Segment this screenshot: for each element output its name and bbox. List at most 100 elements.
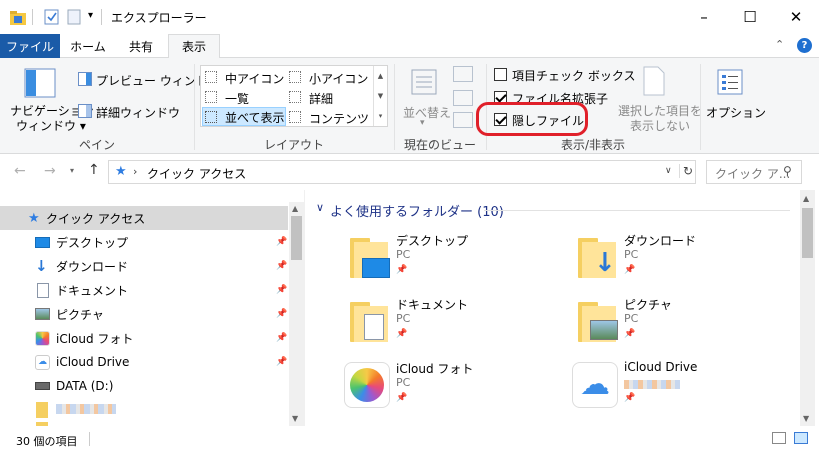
search-input[interactable]: クイック ア... ⚲ bbox=[706, 160, 802, 184]
refresh-icon[interactable]: ↻ bbox=[679, 164, 693, 178]
layout-details[interactable]: 詳細 bbox=[289, 88, 371, 106]
address-bar[interactable]: ★ › クイック アクセス ∨ ↻ bbox=[108, 160, 696, 184]
properties-icon[interactable] bbox=[44, 9, 60, 25]
item-checkboxes-toggle[interactable]: 項目チェック ボックス bbox=[492, 66, 635, 84]
preview-pane-icon bbox=[78, 72, 92, 86]
tile-icloud-photos[interactable]: iCloud フォト PC 📌 bbox=[344, 360, 564, 420]
pin-icon[interactable]: 📌 bbox=[276, 237, 287, 247]
list-icon bbox=[205, 91, 217, 103]
address-dropdown[interactable]: ∨ bbox=[665, 166, 672, 176]
status-divider bbox=[89, 432, 90, 446]
layout-tiles[interactable]: 並べて表示 bbox=[202, 107, 286, 126]
size-columns-icon[interactable] bbox=[453, 112, 473, 128]
sort-by-button[interactable]: 並べ替え ▾ bbox=[400, 62, 452, 128]
close-button[interactable]: ✕ bbox=[773, 0, 819, 34]
tile-downloads[interactable]: ↓ ダウンロード PC 📌 bbox=[572, 232, 792, 292]
layout-list-label: 一覧 bbox=[225, 92, 250, 106]
layout-small-icons-label: 小アイコン bbox=[309, 72, 369, 86]
hide-selected-items-button[interactable]: 選択した項目を 表示しない bbox=[614, 62, 702, 133]
pin-icon[interactable]: 📌 bbox=[276, 309, 287, 319]
collapse-ribbon-icon[interactable]: ⌃ bbox=[775, 38, 784, 51]
breadcrumb-separator: › bbox=[133, 165, 138, 178]
options-label: オプション bbox=[706, 106, 767, 120]
maximize-button[interactable]: ☐ bbox=[727, 0, 773, 34]
tile-name: ピクチャ bbox=[624, 298, 672, 312]
tile-pictures[interactable]: ピクチャ PC 📌 bbox=[572, 296, 792, 356]
forward-arrow-icon[interactable]: → bbox=[44, 163, 56, 179]
scroll-thumb[interactable] bbox=[802, 208, 813, 258]
layout-content[interactable]: コンテンツ bbox=[289, 108, 371, 126]
scroll-down-icon[interactable]: ▼ bbox=[292, 414, 298, 423]
scroll-up-icon[interactable]: ▲ bbox=[292, 204, 298, 213]
sidebar-item-desktop[interactable]: デスクトップ 📌 bbox=[0, 230, 288, 254]
search-icon[interactable]: ⚲ bbox=[783, 164, 792, 178]
item-checkboxes-checkbox[interactable] bbox=[494, 68, 507, 81]
layout-content-label: コンテンツ bbox=[309, 112, 370, 126]
recent-locations-dropdown[interactable]: ▾ bbox=[70, 166, 74, 175]
navigation-pane-icon bbox=[24, 68, 56, 98]
tile-desktop[interactable]: デスクトップ PC 📌 bbox=[344, 232, 564, 292]
pin-icon[interactable]: 📌 bbox=[276, 285, 287, 295]
content-scrollbar[interactable]: ▲ ▼ bbox=[800, 190, 815, 426]
pin-icon[interactable]: 📌 bbox=[276, 357, 287, 367]
scroll-thumb[interactable] bbox=[291, 216, 302, 260]
navigation-pane-button[interactable]: ナビゲーション ウィンドウ ▾ bbox=[6, 62, 94, 134]
pin-icon[interactable]: 📌 bbox=[276, 333, 287, 343]
sidebar-item-quick-access[interactable]: ★ クイック アクセス bbox=[0, 206, 288, 230]
tile-name: iCloud Drive bbox=[624, 360, 698, 374]
folder-icon bbox=[578, 302, 618, 342]
sort-by-label: 並べ替え bbox=[403, 106, 452, 120]
pin-icon[interactable]: 📌 bbox=[276, 261, 287, 271]
large-icons-view-icon[interactable] bbox=[794, 432, 808, 444]
options-button[interactable]: オプション bbox=[704, 62, 766, 128]
redacted-location bbox=[624, 380, 680, 389]
quick-access-toolbar-dropdown[interactable]: ▾ bbox=[88, 10, 93, 21]
new-folder-icon[interactable] bbox=[66, 9, 82, 25]
breadcrumb[interactable]: クイック アクセス bbox=[147, 165, 246, 182]
up-arrow-icon[interactable]: ↑ bbox=[88, 162, 100, 178]
tile-documents[interactable]: ドキュメント PC 📌 bbox=[344, 296, 564, 356]
sidebar-item-data-drive[interactable]: DATA (D:) bbox=[0, 374, 288, 398]
back-arrow-icon[interactable]: ← bbox=[14, 163, 26, 179]
sidebar-item-pictures[interactable]: ピクチャ 📌 bbox=[0, 302, 288, 326]
navigation-pane-label-2: ウィンドウ ▾ bbox=[16, 119, 86, 133]
sidebar-item-label: DATA (D:) bbox=[56, 379, 114, 393]
tab-file[interactable]: ファイル bbox=[0, 34, 60, 58]
sidebar-item-redacted[interactable] bbox=[0, 398, 288, 422]
details-pane-label: 詳細ウィンドウ bbox=[96, 106, 181, 120]
tab-share[interactable]: 共有 bbox=[116, 34, 166, 58]
help-icon[interactable]: ? bbox=[797, 38, 812, 53]
group-separator-4 bbox=[700, 64, 701, 150]
tile-icloud-drive[interactable]: ☁ iCloud Drive 📌 bbox=[572, 360, 792, 420]
details-view-icon[interactable] bbox=[772, 432, 786, 444]
sidebar-item-icloud-photos[interactable]: iCloud フォト 📌 bbox=[0, 326, 288, 350]
document-icon bbox=[364, 314, 384, 340]
group-label-layout: レイアウト bbox=[263, 138, 324, 152]
navigation-pane-scrollbar[interactable]: ▲ ▼ bbox=[289, 202, 304, 426]
sidebar-item-icloud-drive[interactable]: ☁ iCloud Drive 📌 bbox=[0, 350, 288, 374]
group-label-current-view: 現在のビュー bbox=[403, 138, 476, 152]
scroll-down-icon[interactable]: ▼ bbox=[803, 414, 809, 423]
layout-list[interactable]: 一覧 bbox=[203, 88, 285, 106]
scroll-up-icon[interactable]: ▲ bbox=[803, 194, 809, 203]
section-header[interactable]: ∨ よく使用するフォルダー (10) bbox=[312, 200, 792, 220]
pane-splitter[interactable] bbox=[304, 190, 305, 426]
sidebar-item-documents[interactable]: ドキュメント 📌 bbox=[0, 278, 288, 302]
sidebar-item-label: クイック アクセス bbox=[46, 211, 146, 226]
file-explorer-icon[interactable] bbox=[9, 8, 27, 26]
add-columns-icon[interactable] bbox=[453, 90, 473, 106]
tiles-icon bbox=[205, 111, 217, 123]
tab-home[interactable]: ホーム bbox=[62, 34, 114, 58]
layout-medium-icons[interactable]: 中アイコン bbox=[203, 68, 285, 86]
drive-icon bbox=[35, 382, 50, 390]
layout-small-icons[interactable]: 小アイコン bbox=[289, 68, 371, 86]
sidebar-item-label: ドキュメント bbox=[56, 283, 129, 298]
layout-gallery-scroll[interactable]: ▲ ▼ ▾ bbox=[373, 66, 387, 126]
details-pane-icon bbox=[78, 104, 92, 118]
group-by-icon[interactable] bbox=[453, 66, 473, 82]
folder-icon bbox=[350, 238, 390, 278]
title-divider-2 bbox=[101, 9, 102, 25]
sidebar-item-downloads[interactable]: ↓ ダウンロード 📌 bbox=[0, 254, 288, 278]
minimize-button[interactable]: – bbox=[681, 0, 727, 34]
tab-view[interactable]: 表示 bbox=[168, 34, 220, 59]
